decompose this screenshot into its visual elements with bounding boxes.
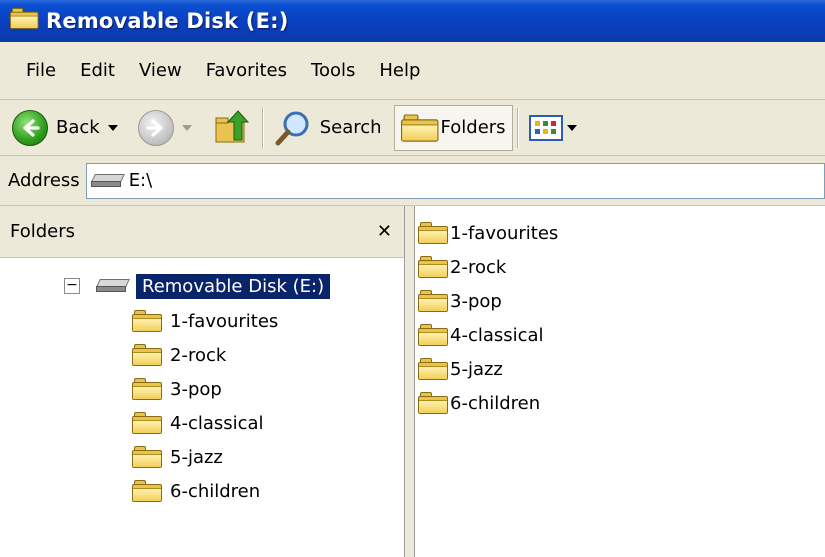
tree-item-label: 2-rock [170,344,227,366]
list-item[interactable]: 3-pop [418,286,502,316]
menu-help[interactable]: Help [367,54,432,88]
back-dropdown-icon[interactable] [107,124,118,131]
up-folder-icon [215,109,249,142]
list-item[interactable]: 5-jazz [418,354,503,384]
folder-icon [132,446,162,468]
toolbar-separator [516,107,519,148]
list-item-label: 5-jazz [450,358,503,380]
file-list-pane: 1-favourites 2-rock 3-pop 4-classical 5-… [416,206,825,557]
views-button[interactable] [523,104,591,152]
tree-item-label: 6-children [170,480,261,502]
tree-item[interactable]: 3-pop [132,374,222,404]
tree-item[interactable]: 5-jazz [132,442,223,472]
address-label: Address [8,170,80,191]
tree-item-label: 3-pop [170,378,222,400]
menu-bar: File Edit View Favorites Tools Help [0,42,825,100]
search-button[interactable]: Search [268,104,388,152]
back-label: Back [56,117,100,138]
pane-splitter[interactable] [405,206,415,557]
folder-icon [418,358,448,380]
menu-tools[interactable]: Tools [299,54,367,88]
address-input[interactable]: E:\ [85,162,825,199]
tree-item[interactable]: 6-children [132,476,260,506]
list-item-label: 2-rock [450,256,507,278]
search-icon [275,111,309,145]
removable-drive-icon [90,173,125,189]
menu-file[interactable]: File [14,54,68,88]
forward-arrow-icon [137,109,174,146]
menu-favorites[interactable]: Favorites [194,54,299,88]
menu-edit[interactable]: Edit [68,54,127,88]
forward-dropdown-icon[interactable] [181,124,192,131]
list-item-label: 3-pop [450,290,502,312]
folder-icon [132,378,162,400]
search-label: Search [319,117,382,138]
folder-icon [418,290,448,312]
folder-icon [418,222,448,244]
folders-icon [400,113,439,142]
tree-root-removable-disk[interactable]: Removable Disk (E:) [96,270,331,302]
tree-root-label: Removable Disk (E:) [136,273,331,299]
list-item[interactable]: 4-classical [418,320,544,350]
forward-button[interactable] [132,104,206,152]
folders-pane: Folders ✕ − Removable Disk (E:) 1-favour… [0,206,405,557]
list-item[interactable]: 1-favourites [418,218,558,248]
views-icon [528,114,563,141]
up-folder-button[interactable] [206,104,258,152]
window-title: Removable Disk (E:) [46,9,289,33]
tree-item-label: 5-jazz [170,446,223,468]
folders-pane-header: Folders ✕ [0,206,404,258]
back-arrow-icon [12,109,48,146]
toolbar: Back Search Folders [0,100,825,156]
tree-item[interactable]: 1-favourites [132,306,278,336]
folder-icon [132,310,162,332]
close-icon[interactable]: ✕ [377,221,392,242]
folder-icon [418,324,448,346]
folders-label: Folders [440,117,506,138]
list-item[interactable]: 6-children [418,388,540,418]
title-bar[interactable]: Removable Disk (E:) [0,0,825,42]
folder-icon [418,392,448,414]
list-item-label: 6-children [450,392,541,414]
folder-icon [132,344,162,366]
folder-icon [132,480,162,502]
tree-item-label: 1-favourites [170,310,279,332]
views-dropdown-icon[interactable] [566,124,577,131]
address-value: E:\ [128,170,153,191]
menu-view[interactable]: View [127,54,194,88]
tree-item[interactable]: 4-classical [132,408,264,438]
list-item[interactable]: 2-rock [418,252,506,282]
toolbar-separator [261,107,264,148]
folders-pane-title: Folders [10,221,76,242]
folders-button[interactable]: Folders [393,104,513,151]
back-button[interactable]: Back [6,104,132,152]
list-item-label: 1-favourites [450,222,559,244]
removable-drive-icon [96,278,130,294]
folder-window-icon [10,8,42,34]
address-bar: Address E:\ [0,156,825,206]
tree-item-label: 4-classical [170,412,264,434]
folder-icon [132,412,162,434]
collapse-icon[interactable]: − [64,278,80,294]
tree-item[interactable]: 2-rock [132,340,226,370]
folder-icon [418,256,448,278]
list-item-label: 4-classical [450,324,544,346]
